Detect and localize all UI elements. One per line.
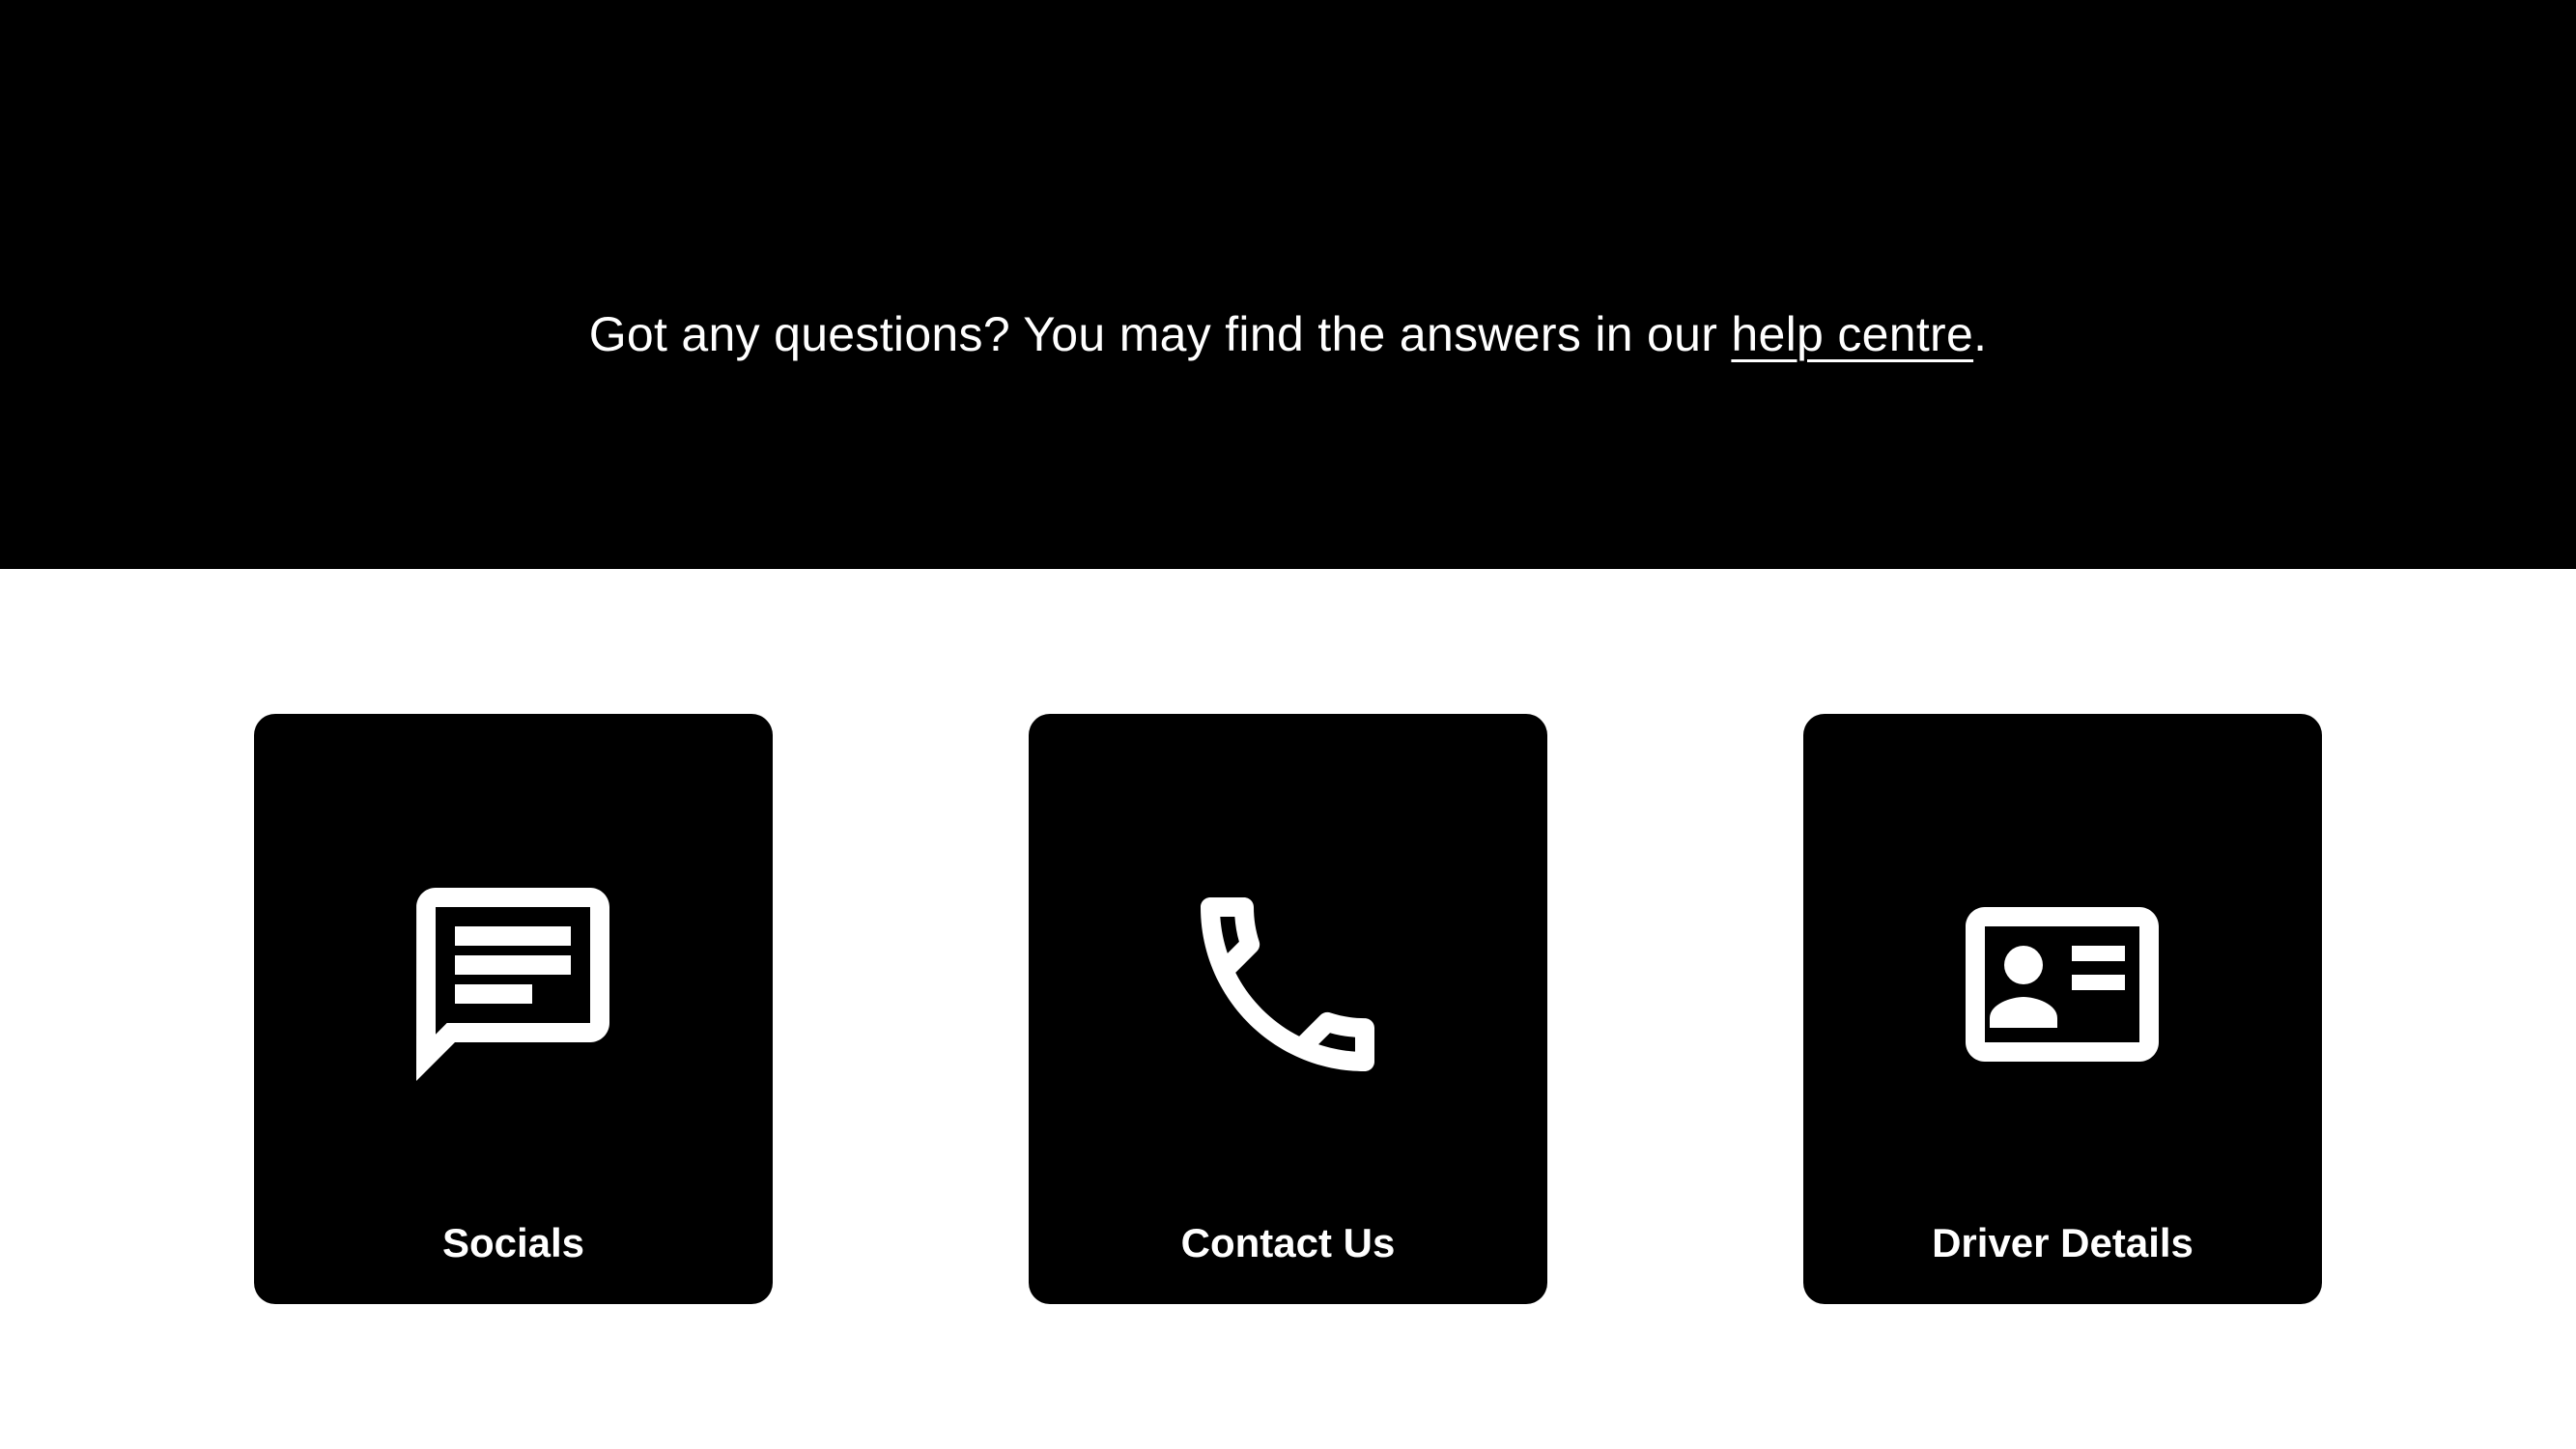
socials-card[interactable]: Socials — [254, 714, 773, 1304]
help-banner-intro: Got any questions? You may find the answ… — [588, 307, 1732, 361]
phone-icon — [1172, 868, 1403, 1100]
help-banner-period: . — [1973, 307, 1988, 361]
socials-label: Socials — [441, 1220, 585, 1265]
driver-details-label: Driver Details — [1932, 1220, 2194, 1265]
chat-message-icon — [397, 868, 629, 1100]
contact-us-card[interactable]: Contact Us — [1029, 714, 1547, 1304]
help-banner-text: Got any questions? You may find the answ… — [0, 301, 2576, 367]
id-card-icon — [1946, 868, 2178, 1100]
contact-us-label: Contact Us — [1180, 1220, 1396, 1265]
driver-details-card[interactable]: Driver Details — [1803, 714, 2322, 1304]
help-banner: Got any questions? You may find the answ… — [0, 0, 2576, 569]
help-centre-link[interactable]: help centre — [1731, 307, 1973, 361]
